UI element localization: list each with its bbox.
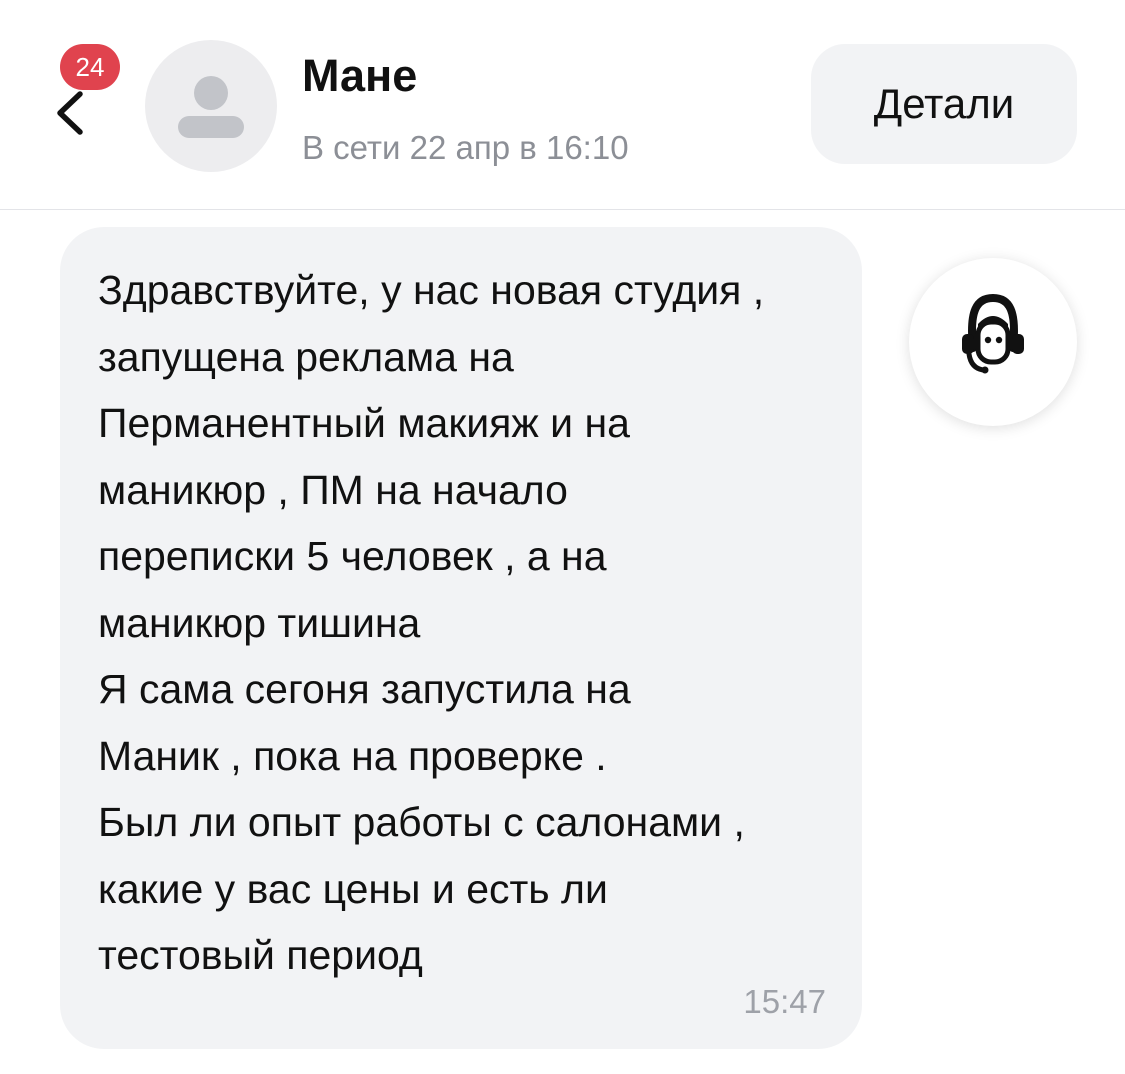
- message-line: Был ли опыт работы с салонами ,: [98, 799, 745, 845]
- contact-name[interactable]: Мане: [302, 48, 417, 104]
- chat-screen: 24 Мане В сети 22 апр в 16:10 Детали Здр…: [0, 0, 1125, 1074]
- user-placeholder-icon: [178, 76, 244, 138]
- message-line: переписки 5 человек , а на: [98, 533, 607, 579]
- message-line: Перманентный макияж и на: [98, 400, 630, 446]
- message-text: Здравствуйте, у нас новая студия , запущ…: [98, 257, 838, 989]
- chat-header: 24 Мане В сети 22 апр в 16:10 Детали: [0, 0, 1125, 210]
- unread-badge: 24: [60, 44, 120, 90]
- chevron-left-icon: [57, 91, 83, 135]
- message-line: Я сама сегоня запустила на: [98, 666, 631, 712]
- support-button[interactable]: [909, 258, 1077, 426]
- message-line: какие у вас цены и есть ли: [98, 865, 608, 912]
- message-line: Здравствуйте, у нас новая студия ,: [98, 267, 765, 313]
- message-line: маникюр , ПМ на начало: [98, 466, 568, 513]
- support-agent-icon: [962, 293, 1024, 374]
- message-line: маникюр тишина: [98, 599, 421, 646]
- details-button[interactable]: Детали: [811, 44, 1077, 164]
- contact-status: В сети 22 апр в 16:10: [302, 129, 629, 166]
- message-bubble[interactable]: Здравствуйте, у нас новая студия , запущ…: [60, 227, 862, 1049]
- avatar[interactable]: [145, 40, 277, 172]
- message-line: Маник , пока на проверке .: [98, 732, 607, 779]
- message-time: 15:47: [743, 983, 826, 1020]
- message-line: запущена реклама на: [98, 333, 514, 380]
- message-line: тестовый период: [98, 932, 423, 978]
